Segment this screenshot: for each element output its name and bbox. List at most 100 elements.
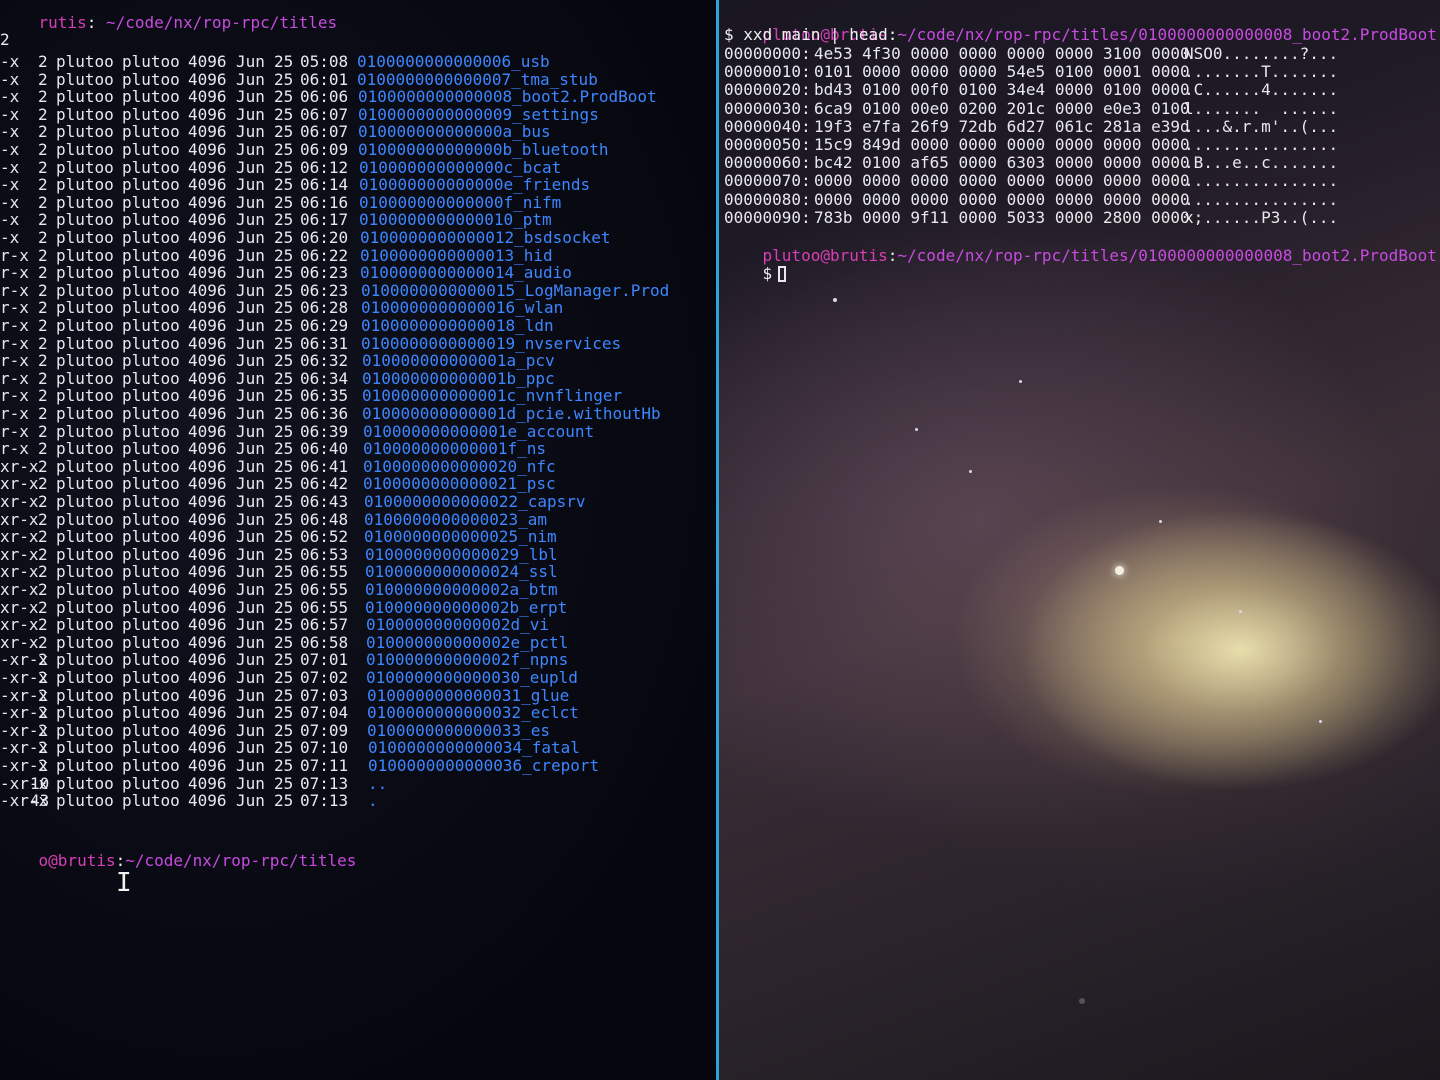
file-name[interactable]: 0100000000000006_usb	[357, 53, 550, 71]
hex-words: 0101 0000 0000 0000 54e5 0100 0001 0000	[814, 62, 1190, 82]
owner: plutoo	[56, 298, 114, 318]
file-name[interactable]: 0100000000000013_hid	[360, 246, 553, 265]
owner: plutoo	[56, 228, 114, 247]
permissions-field: xr-x	[0, 615, 39, 635]
file-name[interactable]: 010000000000001c_nvnflinger	[362, 387, 622, 405]
link-count: 10	[30, 773, 50, 793]
size: 4096	[188, 527, 227, 547]
day: 25	[274, 210, 294, 230]
group: plutoo	[122, 368, 180, 388]
group: plutoo	[122, 703, 180, 723]
file-name[interactable]: 0100000000000022_capsrv	[364, 493, 586, 511]
size: 4096	[188, 210, 227, 230]
hex-words: 19f3 e7fa 26f9 72db 6d27 061c 281a e39d	[814, 116, 1190, 136]
file-name[interactable]: 0100000000000012_bsdsocket	[360, 229, 610, 247]
owner: plutoo	[56, 351, 114, 371]
file-name[interactable]: 0100000000000007_tma_stub	[357, 70, 598, 89]
group: plutoo	[122, 421, 180, 441]
hex-ascii: NSO0........?...	[1184, 44, 1339, 63]
hex-ascii: ........T.......	[1184, 62, 1339, 82]
file-name[interactable]: 010000000000000c_bcat	[359, 158, 561, 177]
file-name[interactable]: 010000000000000e_friends	[359, 176, 590, 194]
star-decoration	[1115, 566, 1124, 575]
month: Jun	[236, 263, 265, 283]
file-name[interactable]: 0100000000000018_ldn	[361, 317, 554, 335]
month: Jun	[236, 615, 265, 635]
file-name[interactable]: 0100000000000025_nim	[364, 528, 557, 546]
file-name[interactable]: 0100000000000014_audio	[360, 264, 572, 282]
file-name[interactable]: 0100000000000010_ptm	[359, 211, 552, 229]
day: 25	[274, 69, 294, 89]
size: 4096	[188, 122, 227, 142]
group: plutoo	[122, 492, 180, 511]
owner: plutoo	[56, 368, 114, 388]
month: Jun	[236, 562, 265, 582]
month: Jun	[236, 333, 265, 353]
permissions-field: r-x	[0, 245, 29, 265]
size: 4096	[188, 87, 227, 107]
file-name[interactable]: 010000000000001d_pcie.withoutHb	[362, 405, 661, 423]
file-name[interactable]: 0100000000000032_eclct	[367, 704, 579, 722]
file-name[interactable]: 0100000000000023_am	[364, 510, 547, 529]
file-name[interactable]: 010000000000002f_npns	[366, 651, 568, 669]
owner: plutoo	[56, 210, 114, 230]
hex-ascii: ....&.r.m'..(...	[1184, 116, 1339, 136]
month: Jun	[236, 192, 265, 212]
file-name[interactable]: 010000000000001e_account	[363, 422, 594, 441]
file-name[interactable]: 0100000000000020_nfc	[363, 457, 556, 476]
time: 06:58	[300, 632, 349, 652]
link-count: 2	[38, 157, 48, 177]
owner: plutoo	[56, 597, 114, 617]
command-input[interactable]: $	[724, 247, 787, 301]
size: 4096	[188, 421, 227, 441]
file-name[interactable]: 0100000000000016_wlan	[361, 299, 563, 317]
file-name[interactable]: 010000000000002a_btm	[365, 581, 558, 599]
file-name[interactable]: 0100000000000009_settings	[358, 105, 599, 124]
file-name[interactable]: 0100000000000033_es	[367, 721, 550, 740]
month: Jun	[236, 650, 265, 670]
shell-dollar: $	[762, 264, 773, 283]
month: Jun	[236, 351, 265, 371]
file-name[interactable]: 0100000000000029_lbl	[365, 545, 558, 564]
file-name[interactable]: 0100000000000030_eupld	[366, 669, 578, 687]
permissions-field: r-x	[0, 298, 29, 318]
group: plutoo	[122, 632, 180, 652]
file-name[interactable]: 0100000000000021_psc	[363, 475, 556, 493]
file-name[interactable]: 0100000000000015_LogManager.Prod	[361, 281, 669, 300]
file-name[interactable]: 0100000000000024_ssl	[365, 563, 558, 581]
size: 4096	[188, 685, 227, 705]
right-terminal-pane[interactable]: plutoo@brutis:~/code/nx/rop-rpc/titles/0…	[719, 0, 1440, 1080]
file-name[interactable]: 010000000000001f_ns	[363, 440, 546, 458]
file-name[interactable]: 010000000000002b_erpt	[365, 598, 567, 617]
left-terminal-pane[interactable]: rutis: ~/code/nx/rop-rpc/titles 2 -x 2 plu…	[0, 0, 716, 1080]
link-count: 2	[38, 404, 48, 423]
file-name[interactable]: 0100000000000034_fatal	[368, 739, 580, 757]
file-name[interactable]: 010000000000000a_bus	[358, 123, 551, 141]
file-name[interactable]: 0100000000000031_glue	[367, 686, 569, 705]
day: 25	[274, 316, 294, 335]
link-count: 2	[38, 228, 48, 247]
file-name[interactable]: .	[368, 792, 378, 810]
permissions-field: xr-x	[0, 580, 39, 599]
file-name[interactable]: 0100000000000019_nvservices	[361, 334, 621, 353]
file-name[interactable]: 010000000000000f_nifm	[359, 193, 561, 212]
permissions-field: xr-x	[0, 544, 39, 564]
xxd-command: $ xxd main | head	[724, 25, 888, 44]
size: 4096	[188, 597, 227, 617]
link-count: 2	[38, 192, 48, 212]
file-name[interactable]: 010000000000001a_pcv	[362, 352, 555, 370]
file-name[interactable]: 010000000000001b_ppc	[362, 369, 555, 388]
month: Jun	[236, 140, 265, 159]
file-name[interactable]: 0100000000000008_boot2.ProdBoot	[358, 88, 657, 106]
file-name[interactable]: ..	[368, 774, 387, 793]
month: Jun	[236, 756, 265, 775]
month: Jun	[236, 738, 265, 758]
link-count: 2	[38, 492, 48, 511]
group: plutoo	[122, 456, 180, 476]
file-name[interactable]: 0100000000000036_creport	[368, 757, 599, 775]
file-name[interactable]: 010000000000002d_vi	[366, 616, 549, 634]
day: 25	[274, 404, 294, 423]
file-name[interactable]: 010000000000002e_pctl	[366, 633, 568, 652]
file-name[interactable]: 010000000000000b_bluetooth	[358, 141, 608, 159]
prompt-path: ~/code/nx/rop-rpc/titles/010000000000000…	[897, 246, 1437, 265]
